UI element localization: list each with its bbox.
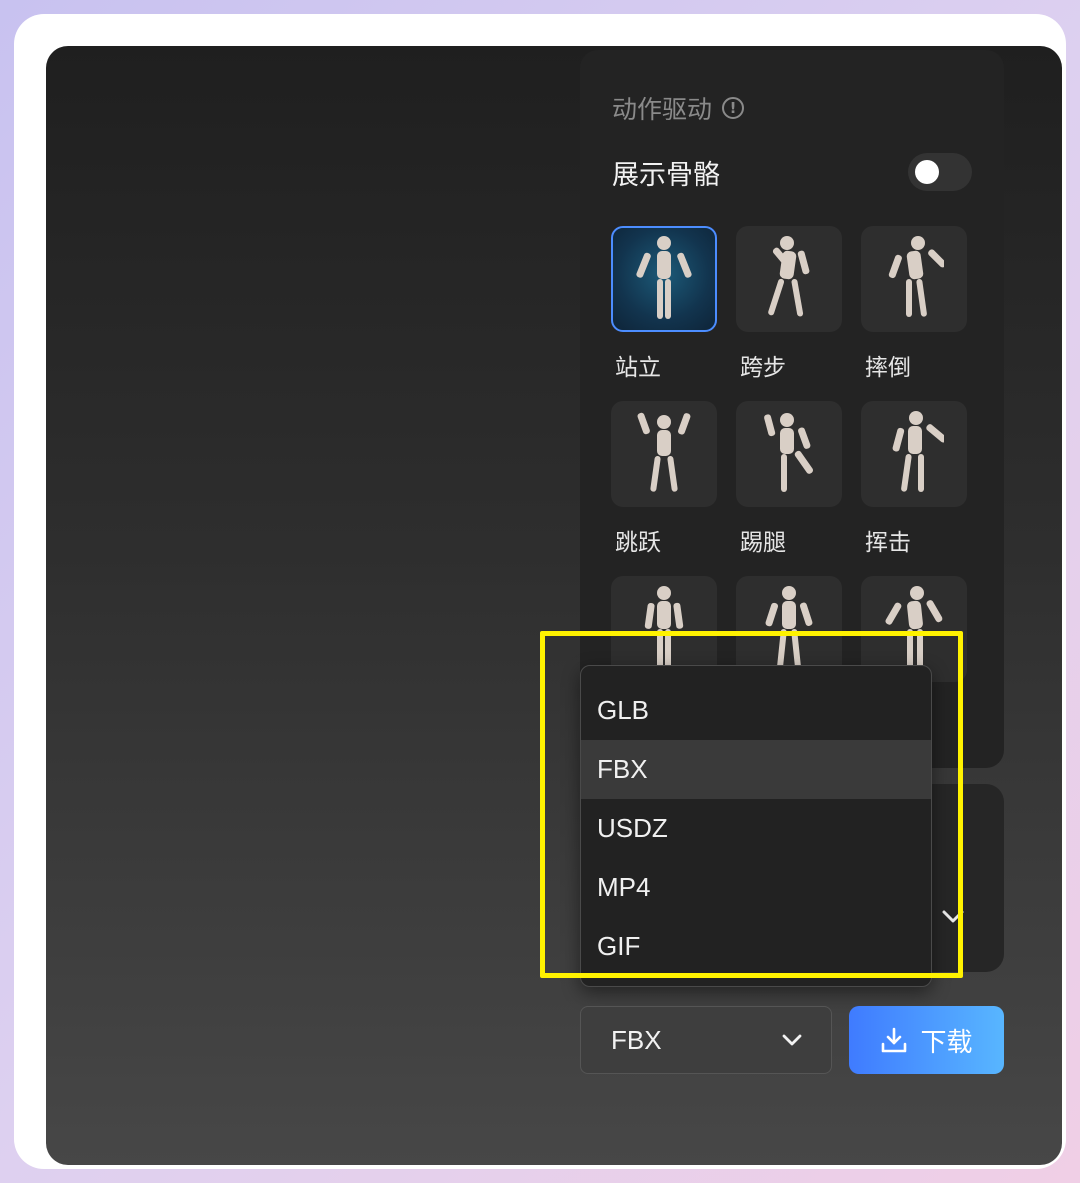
format-option-mp4[interactable]: MP4 — [581, 858, 931, 917]
toggle-knob — [915, 160, 939, 184]
motion-label: 挥击 — [865, 530, 911, 556]
motion-label: 站立 — [615, 355, 661, 381]
pose-stride-icon — [768, 236, 810, 317]
info-circle-icon[interactable]: ! — [722, 97, 745, 119]
pose-icon — [885, 586, 943, 669]
motion-label: 跳跃 — [615, 530, 661, 556]
motion-thumbnail[interactable] — [736, 226, 842, 332]
motion-label: 踢腿 — [740, 530, 786, 556]
motion-drive-panel: 动作驱动 ! 展示骨骼 站立 跨步 摔倒 跳跃 踢腿 挥击 — [580, 50, 1004, 768]
chevron-down-icon — [782, 1034, 802, 1046]
format-option-gif[interactable]: GIF — [581, 917, 931, 976]
motion-thumbnail[interactable] — [736, 401, 842, 507]
panel-title: 动作驱动 ! — [612, 88, 745, 128]
motion-item-fall[interactable]: 摔倒 — [861, 226, 967, 401]
format-select-value: FBX — [611, 1024, 662, 1055]
show-skeleton-label: 展示骨骼 — [612, 159, 720, 191]
motion-thumbnail[interactable] — [611, 226, 717, 332]
motion-thumbnail[interactable] — [611, 401, 717, 507]
motion-thumbnail[interactable] — [861, 401, 967, 507]
panel-title-text: 动作驱动 — [612, 95, 713, 124]
pose-kick-icon — [764, 413, 814, 492]
pose-swing-icon — [892, 411, 944, 492]
motion-label: 跨步 — [740, 355, 786, 381]
download-label: 下载 — [920, 1027, 973, 1058]
format-select[interactable]: FBX — [580, 1006, 832, 1074]
motion-item-jump[interactable]: 跳跃 — [611, 401, 717, 576]
format-dropdown-menu: GLB FBX USDZ MP4 GIF — [580, 665, 932, 987]
motion-label: 摔倒 — [865, 355, 911, 381]
motion-thumbnail[interactable] — [861, 226, 967, 332]
download-icon — [882, 1027, 907, 1053]
motion-item-swing[interactable]: 挥击 — [861, 401, 967, 576]
motion-item-standing[interactable]: 站立 — [611, 226, 717, 401]
pose-icon — [644, 586, 684, 669]
format-option-fbx[interactable]: FBX — [581, 740, 931, 799]
pose-fall-icon — [888, 236, 944, 317]
format-option-glb[interactable]: GLB — [581, 681, 931, 740]
show-skeleton-row: 展示骨骼 — [612, 150, 972, 194]
motion-item-kick[interactable]: 踢腿 — [736, 401, 842, 576]
app-screen: 动作驱动 ! 展示骨骼 站立 跨步 摔倒 跳跃 踢腿 挥击 GLB FBX US… — [46, 46, 1062, 1165]
download-button[interactable]: 下载 — [849, 1006, 1004, 1074]
pose-icon — [765, 586, 813, 669]
pose-jump-icon — [637, 412, 691, 492]
chevron-down-icon[interactable] — [940, 904, 966, 930]
device-frame: 动作驱动 ! 展示骨骼 站立 跨步 摔倒 跳跃 踢腿 挥击 GLB FBX US… — [14, 14, 1066, 1169]
show-skeleton-toggle[interactable] — [908, 153, 972, 191]
pose-standing-icon — [636, 236, 692, 319]
motion-item-stride[interactable]: 跨步 — [736, 226, 842, 401]
format-option-usdz[interactable]: USDZ — [581, 799, 931, 858]
